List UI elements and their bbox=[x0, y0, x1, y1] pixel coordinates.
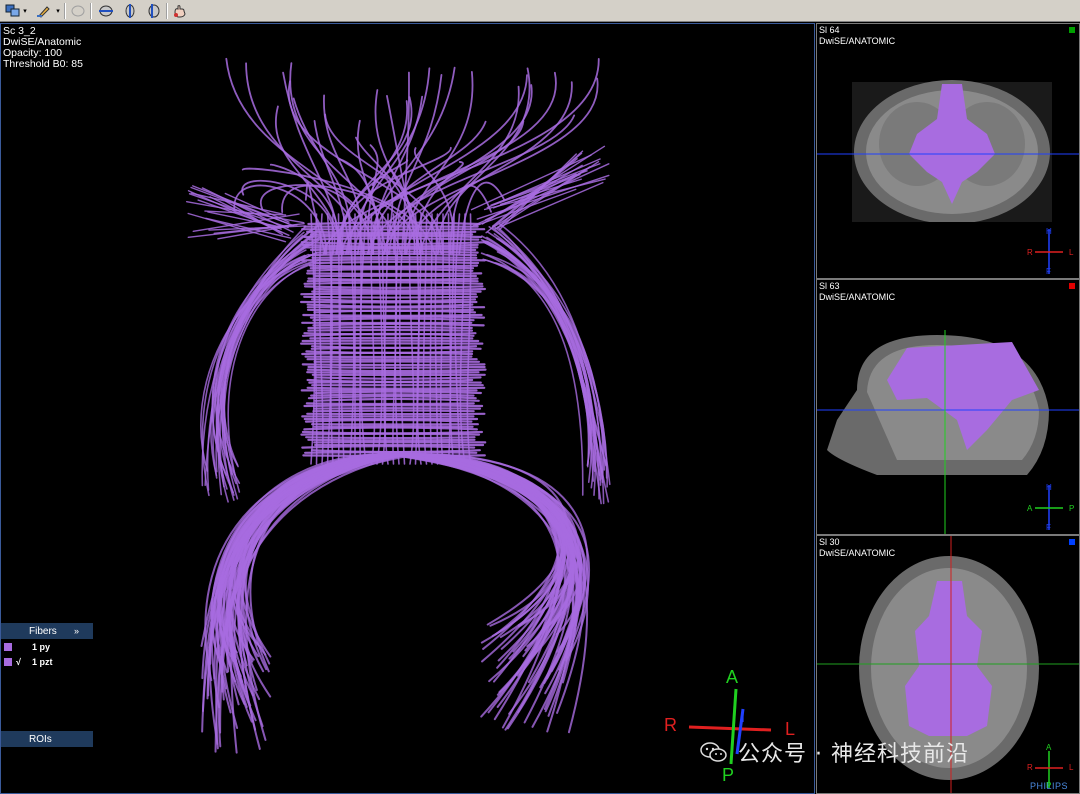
fiber-strand bbox=[311, 256, 478, 259]
fiber-strand bbox=[228, 453, 417, 723]
slice-orient-right: L bbox=[1069, 763, 1074, 772]
slice-number: Sl 64 bbox=[819, 25, 840, 35]
slice-number: Sl 63 bbox=[819, 281, 840, 291]
toolbar: ▾ ▾ bbox=[0, 0, 1080, 22]
coronal-slice-view[interactable]: Sl 64 DwiSE/ANATOMIC R L H F bbox=[816, 23, 1080, 279]
watermark-text: 公众号 · 神经科技前沿 bbox=[738, 742, 969, 767]
toolbar-separator bbox=[90, 3, 92, 19]
slice-orient-left: R bbox=[1027, 763, 1033, 772]
fiber-strand bbox=[388, 453, 574, 633]
fiber-strand bbox=[337, 213, 341, 465]
slice-marker bbox=[1069, 27, 1075, 33]
slice-info: Sl 30 DwiSE/ANATOMIC bbox=[819, 537, 895, 559]
sagittal-slice-view[interactable]: Sl 63 DwiSE/ANATOMIC A P H F bbox=[816, 279, 1080, 535]
fiber-checkbox[interactable]: √ bbox=[16, 657, 26, 667]
coronal-brain-image bbox=[817, 80, 1079, 274]
fiber-item[interactable]: 1 py bbox=[4, 641, 50, 653]
fiber-strand bbox=[229, 453, 397, 701]
toolbar-separator bbox=[64, 3, 66, 19]
slice-series: DwiSE/ANATOMIC bbox=[819, 548, 896, 558]
slice-orient-top: A bbox=[1046, 743, 1052, 752]
slice-orient-right: L bbox=[1069, 248, 1074, 257]
fiber-strand bbox=[411, 453, 564, 653]
sagittal-view-icon[interactable] bbox=[96, 2, 116, 19]
anterior-label: A bbox=[726, 667, 739, 687]
fibers-panel-header[interactable]: Fibers » bbox=[1, 623, 93, 639]
ellipse-icon[interactable] bbox=[68, 2, 88, 19]
sagittal-brain-image bbox=[817, 330, 1079, 534]
fiber-strand bbox=[303, 295, 479, 299]
philips-logo: PHILIPS bbox=[1030, 781, 1069, 791]
fiber-strand bbox=[238, 453, 407, 750]
fiber-strand bbox=[306, 371, 480, 375]
hand-icon[interactable] bbox=[170, 2, 190, 19]
slice-orient-left: R bbox=[1027, 248, 1033, 257]
fiber-strand bbox=[237, 453, 387, 731]
rois-panel-title: ROIs bbox=[29, 733, 52, 745]
fiber-strand bbox=[380, 453, 576, 684]
collapse-icon[interactable]: » bbox=[74, 626, 79, 636]
scan-info: Sc 3_2 DwiSE/Anatomic Opacity: 100 Thres… bbox=[3, 26, 83, 70]
watermark: 公众号 · 神经科技前沿 bbox=[700, 736, 969, 768]
wechat-icon bbox=[700, 742, 727, 762]
slice-series: DwiSE/ANATOMIC bbox=[819, 292, 896, 302]
fiber-strand bbox=[230, 453, 392, 754]
fiber-strand bbox=[304, 450, 478, 454]
slice-orient-bottom: F bbox=[1046, 523, 1051, 532]
fiber-strand bbox=[236, 453, 410, 658]
coronal-view-icon[interactable] bbox=[120, 2, 140, 19]
slice-number: Sl 30 bbox=[819, 537, 840, 547]
fiber-strand bbox=[306, 368, 487, 373]
slice-series: DwiSE/ANATOMIC bbox=[819, 36, 896, 46]
inferior-label: I bbox=[741, 709, 745, 725]
fiber-color-swatch bbox=[4, 643, 12, 651]
fiber-color-swatch bbox=[4, 658, 12, 666]
slice-orient-top: H bbox=[1046, 227, 1052, 236]
fiber-label: 1 pzt bbox=[32, 657, 53, 667]
orientation-marker: A R L I P bbox=[661, 664, 811, 789]
slice-info: Sl 64 DwiSE/ANATOMIC bbox=[819, 25, 895, 47]
slice-orient-top: H bbox=[1046, 483, 1052, 492]
edit-dropdown-icon[interactable]: ▾ bbox=[54, 2, 62, 19]
fiber-strand bbox=[307, 365, 486, 369]
slice-orient-bottom: F bbox=[1046, 267, 1051, 276]
fiber-strand bbox=[244, 453, 414, 671]
layout-dropdown-icon[interactable]: ▾ bbox=[21, 2, 29, 19]
fiber-item[interactable]: √ 1 pzt bbox=[4, 656, 53, 668]
edit-icon[interactable] bbox=[34, 2, 54, 19]
fiber-3d-viewport[interactable]: Sc 3_2 DwiSE/Anatomic Opacity: 100 Thres… bbox=[0, 23, 815, 794]
posterior-label: P bbox=[722, 765, 735, 785]
fiber-strand bbox=[306, 267, 474, 272]
fiber-strand bbox=[242, 453, 416, 665]
fiber-strand bbox=[301, 258, 486, 262]
fiber-strand bbox=[499, 160, 600, 226]
fiber-strand bbox=[301, 351, 474, 356]
slice-marker bbox=[1069, 283, 1075, 289]
fiber-strand bbox=[480, 252, 584, 496]
rois-panel-header[interactable]: ROIs bbox=[1, 731, 93, 747]
slice-orient-right: P bbox=[1069, 504, 1075, 513]
slice-orient-left: A bbox=[1027, 504, 1033, 513]
fiber-strand bbox=[306, 279, 479, 283]
fiber-strand bbox=[228, 453, 405, 683]
slice-marker bbox=[1069, 539, 1075, 545]
fiber-strand bbox=[301, 332, 475, 337]
fibers-panel-title: Fibers bbox=[29, 625, 57, 637]
axial-view-icon[interactable] bbox=[144, 2, 164, 19]
fiber-strand bbox=[305, 402, 475, 406]
fiber-strand bbox=[223, 260, 306, 476]
slice-info: Sl 63 DwiSE/ANATOMIC bbox=[819, 281, 895, 303]
fiber-label: 1 py bbox=[32, 642, 51, 652]
layout-icon[interactable] bbox=[3, 2, 23, 19]
threshold-readout: Threshold B0: 85 bbox=[3, 58, 83, 70]
toolbar-separator bbox=[166, 3, 168, 19]
right-label: R bbox=[664, 715, 677, 735]
